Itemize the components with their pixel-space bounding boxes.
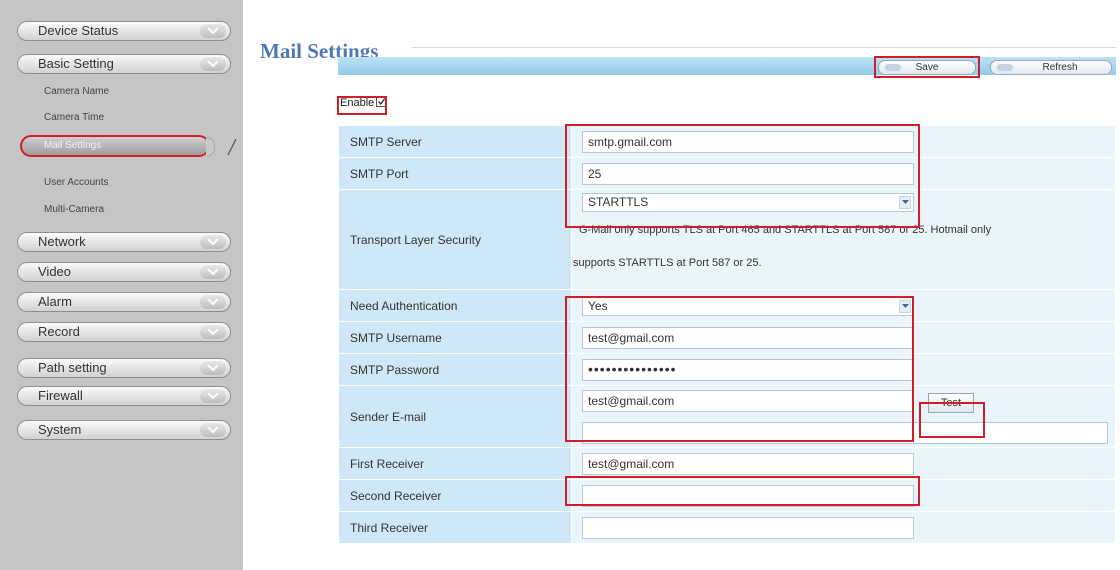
- third-receiver-input[interactable]: [582, 517, 914, 539]
- menu-label: Video: [38, 264, 72, 279]
- dropdown-arrow-icon: [899, 300, 911, 313]
- menu-record[interactable]: Record: [17, 322, 231, 342]
- chevron-down-icon: [200, 24, 226, 38]
- tls-value: STARTTLS: [588, 195, 649, 209]
- chevron-down-icon: [200, 423, 226, 437]
- tls-note-line1: G-Mail only supports TLS at Port 465 and…: [579, 224, 992, 236]
- title-divider: [412, 47, 1116, 48]
- smtp-password-label: SMTP Password: [338, 353, 572, 386]
- chevron-down-icon: [200, 361, 226, 375]
- sub-item-camera-name[interactable]: Camera Name: [44, 85, 109, 99]
- save-label: Save: [915, 62, 939, 73]
- dropdown-arrow-icon: [899, 196, 911, 209]
- button-cap: [997, 64, 1013, 71]
- menu-label: Path setting: [38, 360, 107, 375]
- need-auth-select[interactable]: Yes: [582, 297, 914, 316]
- sender-email-input[interactable]: test@gmail.com: [582, 390, 914, 412]
- checkmark-icon: [378, 98, 386, 106]
- mail-settings-form: SMTP Server smtp.gmail.com SMTP Port 25 …: [338, 125, 1116, 544]
- button-cap: [885, 64, 901, 71]
- chevron-down-icon: [200, 325, 226, 339]
- need-auth-value: Yes: [588, 299, 608, 313]
- chevron-down-icon: [200, 295, 226, 309]
- chevron-down-icon: [200, 235, 226, 249]
- tls-note-line2: supports STARTTLS at Port 587 or 25.: [573, 257, 762, 269]
- menu-path-setting[interactable]: Path setting: [17, 358, 231, 378]
- smtp-server-label: SMTP Server: [338, 125, 572, 158]
- menu-video[interactable]: Video: [17, 262, 231, 282]
- menu-label: Record: [38, 324, 80, 339]
- second-receiver-label: Second Receiver: [338, 479, 572, 512]
- menu-alarm[interactable]: Alarm: [17, 292, 231, 312]
- menu-label: Device Status: [38, 23, 119, 38]
- refresh-label: Refresh: [1042, 62, 1078, 73]
- smtp-username-input[interactable]: test@gmail.com: [582, 327, 914, 349]
- enable-label: Enable: [340, 97, 375, 109]
- chevron-down-icon: [200, 57, 226, 71]
- menu-label: Firewall: [38, 388, 83, 403]
- third-receiver-label: Third Receiver: [338, 511, 572, 544]
- smtp-username-label: SMTP Username: [338, 321, 572, 354]
- smtp-server-input[interactable]: smtp.gmail.com: [582, 131, 914, 153]
- menu-network[interactable]: Network: [17, 232, 231, 252]
- active-item-cap: [206, 137, 215, 157]
- sub-item-camera-time[interactable]: Camera Time: [44, 111, 104, 125]
- menu-system[interactable]: System: [17, 420, 231, 440]
- menu-device-status[interactable]: Device Status: [17, 21, 231, 41]
- sub-item-multi-camera[interactable]: Multi-Camera: [44, 203, 104, 217]
- need-auth-label: Need Authentication: [338, 289, 572, 322]
- enable-toggle[interactable]: Enable: [340, 95, 388, 111]
- menu-label: Network: [38, 234, 86, 249]
- smtp-password-input[interactable]: •••••••••••••••: [582, 359, 914, 381]
- menu-basic-setting[interactable]: Basic Setting: [17, 54, 231, 74]
- sender-email-label: Sender E-mail: [338, 385, 572, 448]
- chevron-down-icon: [200, 265, 226, 279]
- chevron-down-icon: [200, 389, 226, 403]
- test-button[interactable]: Test: [928, 393, 974, 413]
- first-receiver-input[interactable]: test@gmail.com: [582, 453, 914, 475]
- first-receiver-label: First Receiver: [338, 447, 572, 480]
- menu-label: Basic Setting: [38, 56, 114, 71]
- menu-firewall[interactable]: Firewall: [17, 386, 231, 406]
- smtp-port-label: SMTP Port: [338, 157, 572, 190]
- refresh-button[interactable]: Refresh: [990, 60, 1112, 75]
- menu-label: System: [38, 422, 82, 437]
- second-receiver-input[interactable]: [582, 485, 914, 507]
- sender-email-extra-input[interactable]: [582, 422, 1108, 444]
- active-indicator-icon: [227, 138, 237, 156]
- tls-select[interactable]: STARTTLS: [582, 193, 914, 212]
- sub-item-user-accounts[interactable]: User Accounts: [44, 176, 108, 190]
- sub-item-mail-settings[interactable]: Mail Settings: [20, 135, 210, 157]
- tls-label: Transport Layer Security: [338, 189, 572, 290]
- enable-checkbox[interactable]: [376, 96, 388, 107]
- save-button[interactable]: Save: [878, 60, 976, 75]
- smtp-port-input[interactable]: 25: [582, 163, 914, 185]
- sidebar: Device Status Basic Setting Camera Name …: [0, 0, 243, 570]
- menu-label: Alarm: [38, 294, 72, 309]
